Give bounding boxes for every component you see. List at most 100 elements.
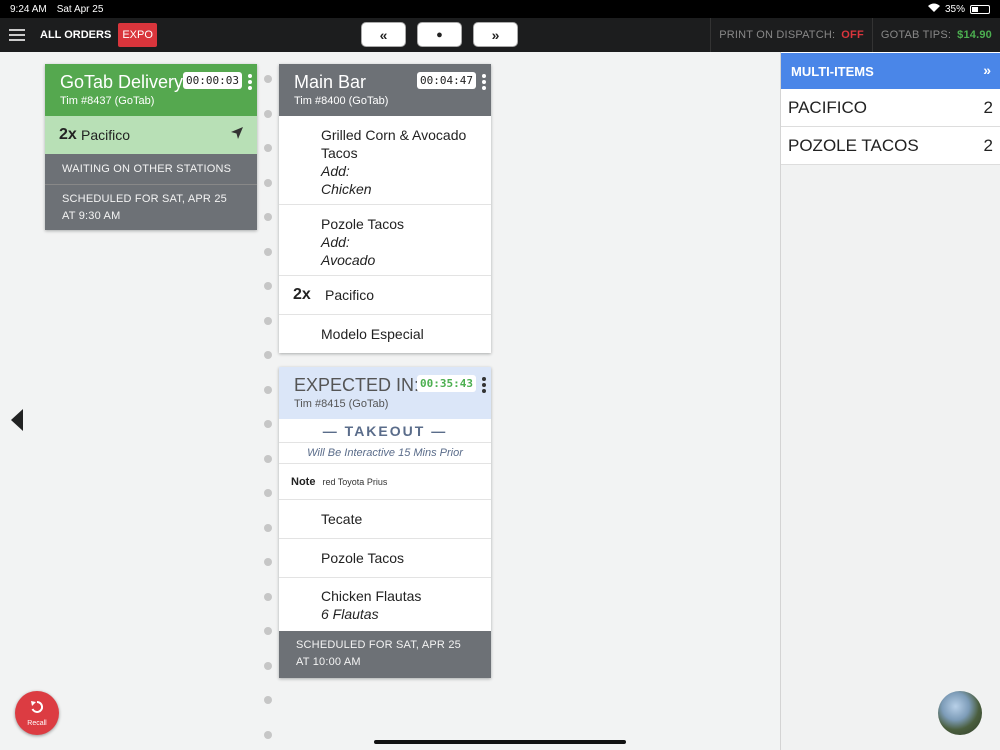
item-name: Pozole Tacos [321,216,405,232]
timeline-dot [264,144,272,152]
item-modifier: Add: [321,234,350,250]
card-header[interactable]: Main Bar Tim #8400 (GoTab) 00:04:47 [279,64,491,116]
note-text: red Toyota Prius [322,476,388,487]
order-item-row[interactable]: Pozole Tacos Add: Avocado [279,205,491,276]
item-name: Pozole Tacos [321,550,405,566]
battery-percent: 35% [944,3,965,15]
collapse-chevron-icon[interactable]: » [983,62,991,78]
timeline-dot [264,247,272,256]
next-page-button[interactable]: » [473,22,518,47]
order-timer: 00:04:47 [417,72,476,89]
item-modifier: Chicken [321,181,372,197]
note-label: Note [291,475,316,488]
gotab-tips: GOTAB TIPS: $14.90 [871,18,1000,52]
item-name: Tecate [321,511,363,527]
timeline-dot [264,385,272,394]
timeline-dot [264,75,272,83]
order-item-row[interactable]: 2x Pacifico [279,276,491,315]
item-quantity: 2x [59,126,77,143]
multi-item-count: 2 [983,135,993,155]
dot-icon: ● [436,28,443,41]
timeline-dot [264,178,272,187]
timeline-dot [264,316,272,325]
order-note: Note red Toyota Prius [279,464,491,500]
order-card-main-bar[interactable]: Main Bar Tim #8400 (GoTab) 00:04:47 Gril… [279,64,491,353]
timeline-dot [264,454,272,463]
timeline-dot [264,420,272,428]
item-modifier: Add: [321,163,350,179]
card-subtitle: Tim #8415 (GoTab) [294,398,389,410]
timeline-dots [264,75,272,739]
multi-item-count: 2 [983,97,993,117]
status-date: Sat Apr 25 [56,3,104,15]
timeline-dot [264,730,272,739]
order-item-row[interactable]: Pozole Tacos [279,539,491,578]
card-header[interactable]: EXPECTED IN: Tim #8415 (GoTab) 00:35:43 [279,367,491,419]
more-options-icon[interactable] [482,377,486,393]
wifi-icon [927,3,940,15]
multi-item-row[interactable]: POZOLE TACOS 2 [781,127,1000,165]
scheduled-status: SCHEDULED FOR SAT, APR 25 AT 10:00 AM [279,631,491,678]
item-name: Chicken Flautas [321,588,422,604]
recall-button[interactable]: Recall [15,691,59,735]
multi-item-row[interactable]: PACIFICO 2 [781,89,1000,127]
gotab-tips-value: $14.90 [957,29,992,41]
recall-label: Recall [27,719,47,727]
panel-title: MULTI-ITEMS [791,63,874,79]
order-item-row[interactable]: Modelo Especial [279,315,491,353]
print-on-dispatch-label: PRINT ON DISPATCH: [719,29,836,41]
print-on-dispatch-toggle[interactable]: PRINT ON DISPATCH: OFF [710,18,872,52]
timeline-dot [264,282,272,290]
order-timer: 00:00:03 [183,72,242,89]
status-bar: 9:24 AM Sat Apr 25 35% [0,0,1000,18]
timeline-dot [264,213,272,221]
timeline-dot [264,592,272,601]
order-item-row[interactable]: 2x Pacifico [45,116,257,154]
item-name: Pacifico [325,287,375,303]
top-bar: ALL ORDERS EXPO « ● » PRINT ON DISPATCH:… [0,18,1000,52]
home-position-button[interactable]: ● [417,22,462,47]
order-item-row[interactable]: Tecate [279,500,491,539]
card-header[interactable]: GoTab Delivery 1 Tim #8437 (GoTab) 00:00… [45,64,257,116]
item-name: Grilled Corn & Avocado Tacos [321,127,467,161]
order-item-row[interactable]: Chicken Flautas 6 Flautas [279,578,491,631]
timeline-dot [264,523,272,532]
order-item-row[interactable]: Grilled Corn & Avocado Tacos Add: Chicke… [279,116,491,205]
send-icon[interactable] [231,126,243,139]
home-indicator [374,740,626,744]
gotab-tips-label: GOTAB TIPS: [880,29,952,41]
takeout-label: — TAKEOUT — [279,419,491,443]
print-on-dispatch-value: OFF [841,29,864,41]
card-subtitle: Tim #8437 (GoTab) [60,95,155,107]
undo-icon [30,700,44,719]
double-chevron-right-icon: » [491,26,500,43]
expo-tab[interactable]: EXPO [118,23,157,47]
panel-empty-area [781,165,1000,750]
menu-icon[interactable] [0,18,34,52]
more-options-icon[interactable] [248,74,252,90]
scroll-left-arrow-icon[interactable] [11,409,23,431]
timeline-dot [264,351,272,359]
item-quantity: 2x [293,286,311,303]
more-options-icon[interactable] [482,74,486,90]
multi-items-header: MULTI-ITEMS » [781,53,1000,89]
status-time: 9:24 AM [10,3,47,15]
user-avatar[interactable] [938,691,982,735]
scheduled-status: SCHEDULED FOR SAT, APR 25 AT 9:30 AM [45,185,257,230]
nav-buttons: « ● » [361,22,518,47]
all-orders-tab[interactable]: ALL ORDERS [40,29,111,41]
order-timer: 00:35:43 [417,375,476,392]
timeline-dot [264,558,272,566]
battery-icon [970,4,990,14]
waiting-status: WAITING ON OTHER STATIONS [45,154,257,185]
order-card-expected[interactable]: EXPECTED IN: Tim #8415 (GoTab) 00:35:43 … [279,367,491,678]
order-card-gotab-delivery[interactable]: GoTab Delivery 1 Tim #8437 (GoTab) 00:00… [45,64,257,230]
multi-items-panel: MULTI-ITEMS » PACIFICO 2 POZOLE TACOS 2 [780,52,1000,750]
timeline-dot [264,109,272,118]
double-chevron-left-icon: « [379,26,388,43]
timeline-dot [264,696,272,704]
multi-item-name: POZOLE TACOS [788,135,919,155]
card-subtitle: Tim #8400 (GoTab) [294,95,389,107]
prev-page-button[interactable]: « [361,22,406,47]
item-modifier: 6 Flautas [321,606,379,622]
